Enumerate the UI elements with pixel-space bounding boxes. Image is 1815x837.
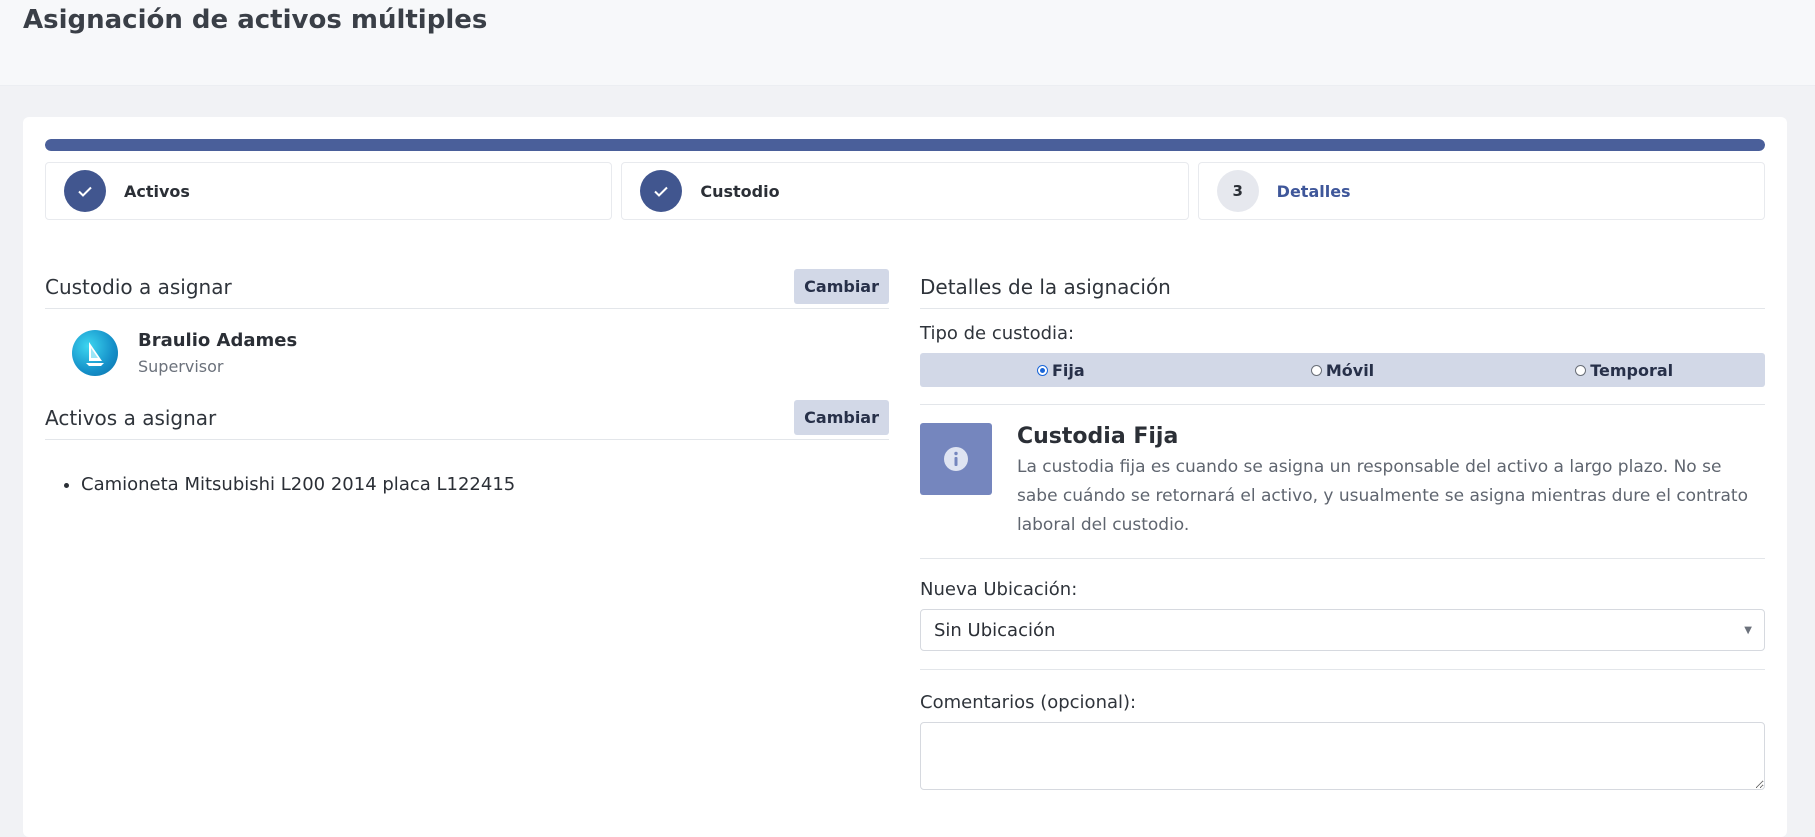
- step-label: Activos: [124, 181, 190, 201]
- avatar: [72, 329, 118, 376]
- wizard-card: Activos Custodio 3 Detalles Custodio a a…: [23, 117, 1787, 837]
- sailboat-icon: [86, 341, 104, 366]
- info-content: Custodia Fija La custodia fija es cuando…: [1017, 423, 1765, 540]
- caret-down-icon: ▼: [1744, 624, 1752, 636]
- step-complete-check-icon: [64, 170, 106, 212]
- left-column: Custodio a asignar Cambiar Braulio Adame…: [45, 265, 889, 495]
- divider: [920, 669, 1765, 670]
- comments-label: Comentarios (opcional):: [920, 692, 1137, 713]
- step-label: Custodio: [700, 181, 780, 201]
- progress-bar: [45, 139, 1765, 151]
- details-section-header: Detalles de la asignación: [920, 265, 1765, 309]
- assets-section-header: Activos a asignar Cambiar: [45, 396, 889, 440]
- radio-label: Móvil: [1325, 360, 1375, 380]
- custodian-info: Braulio Adames Supervisor: [138, 330, 297, 376]
- location-selected-value: Sin Ubicación: [934, 619, 1056, 641]
- info-description: La custodia fija es cuando se asigna un …: [1017, 457, 1748, 535]
- radio-fija[interactable]: Fija: [920, 361, 1202, 380]
- step-custodio[interactable]: Custodio: [621, 162, 1189, 220]
- right-column: Detalles de la asignación Tipo de custod…: [920, 265, 1765, 794]
- info-title: Custodia Fija: [1017, 424, 1179, 449]
- radio-label: Fija: [1051, 360, 1085, 380]
- location-label: Nueva Ubicación:: [920, 579, 1078, 600]
- radio-button[interactable]: [1310, 364, 1322, 376]
- section-title: Activos a asignar: [45, 405, 217, 430]
- custodian-role: Supervisor: [138, 356, 224, 376]
- comments-textarea[interactable]: [920, 722, 1765, 790]
- radio-label: Temporal: [1590, 360, 1674, 380]
- step-label: Detalles: [1276, 181, 1351, 201]
- list-item: Camioneta Mitsubishi L200 2014 placa L12…: [81, 474, 889, 495]
- progress-fill: [45, 139, 1765, 151]
- custody-type-label: Tipo de custodia:: [920, 323, 1075, 344]
- divider: [920, 558, 1765, 559]
- radio-movil[interactable]: Móvil: [1202, 361, 1484, 380]
- custodian-name: Braulio Adames: [138, 329, 298, 351]
- step-activos[interactable]: Activos: [45, 162, 613, 220]
- wizard-steps: Activos Custodio 3 Detalles: [45, 162, 1765, 220]
- custodian-card: Braulio Adames Supervisor: [45, 309, 889, 396]
- info-icon: [920, 423, 992, 495]
- change-custodian-button[interactable]: Cambiar: [794, 269, 889, 304]
- page-header: Asignación de activos múltiples: [0, 0, 1815, 86]
- section-title: Custodio a asignar: [45, 274, 232, 299]
- step-number: 3: [1216, 170, 1259, 212]
- change-assets-button[interactable]: Cambiar: [794, 400, 889, 435]
- step-complete-check-icon: [640, 170, 683, 212]
- page-title: Asignación de activos múltiples: [23, 5, 488, 35]
- radio-temporal[interactable]: Temporal: [1483, 361, 1765, 380]
- location-select[interactable]: Sin Ubicación ▼: [920, 609, 1765, 651]
- radio-button[interactable]: [1036, 364, 1048, 376]
- custody-type-radio-group: Fija Móvil Temporal: [920, 353, 1765, 387]
- step-detalles[interactable]: 3 Detalles: [1197, 162, 1765, 220]
- asset-list: Camioneta Mitsubishi L200 2014 placa L12…: [45, 474, 889, 495]
- radio-button[interactable]: [1575, 364, 1587, 376]
- custody-info-box: Custodia Fija La custodia fija es cuando…: [920, 405, 1765, 558]
- section-title: Detalles de la asignación: [920, 274, 1171, 299]
- custodian-section-header: Custodio a asignar Cambiar: [45, 265, 889, 309]
